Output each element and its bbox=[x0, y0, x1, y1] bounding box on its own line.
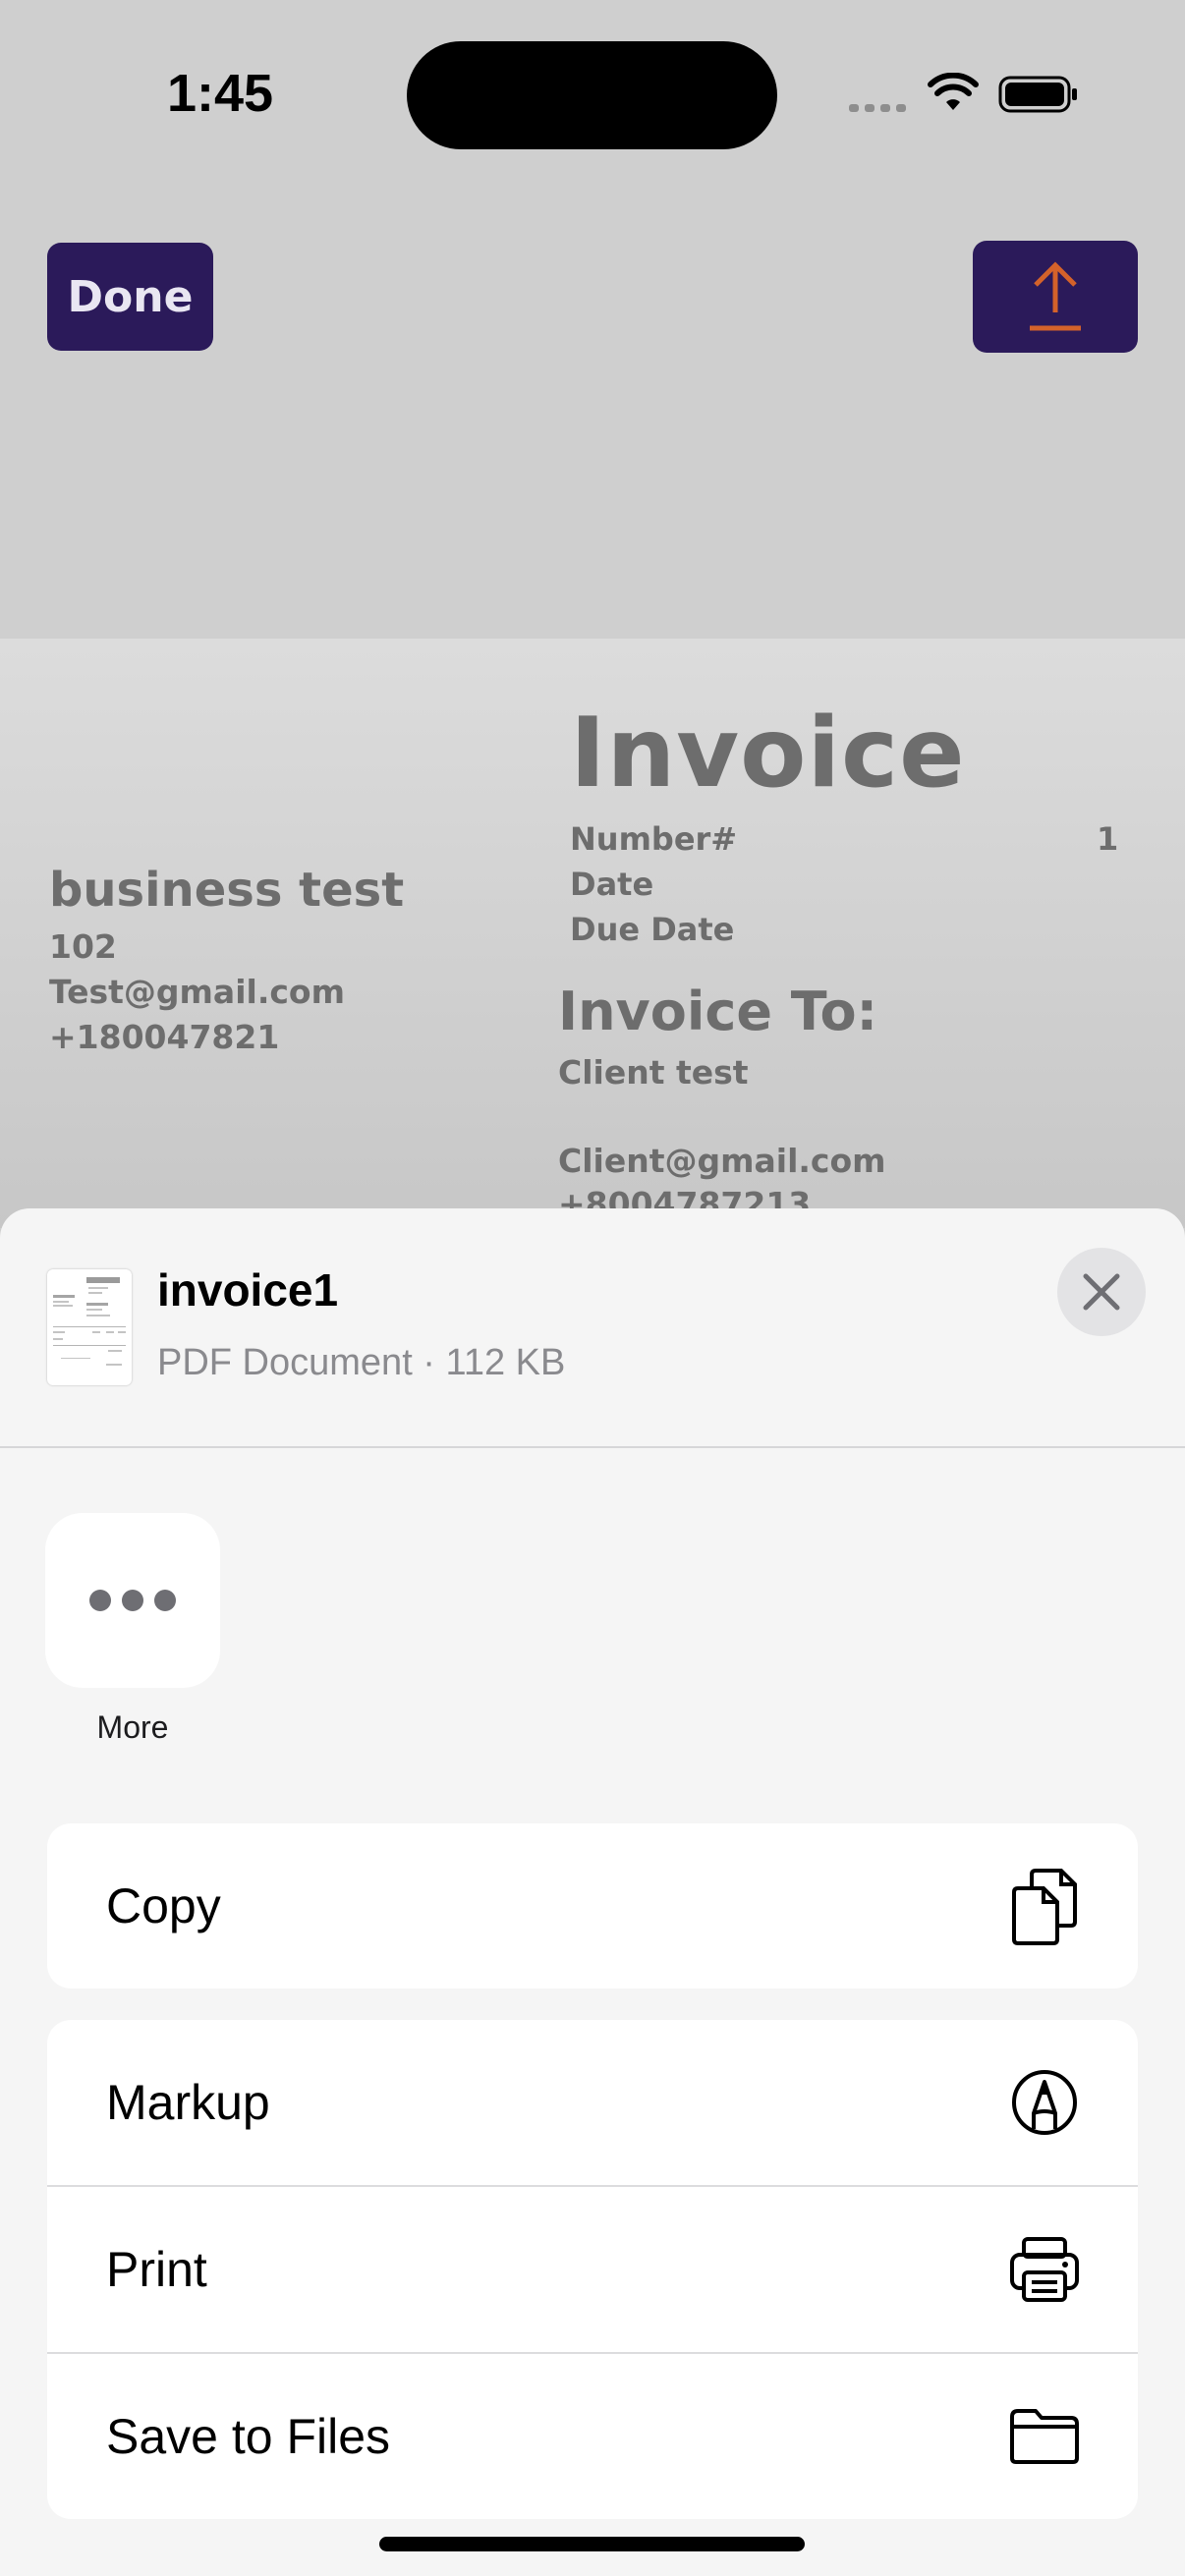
done-button[interactable]: Done bbox=[47, 243, 213, 351]
printer-icon bbox=[1008, 2230, 1081, 2309]
upload-arrow-icon bbox=[1030, 261, 1081, 331]
dynamic-island bbox=[407, 41, 777, 149]
share-button[interactable] bbox=[973, 241, 1138, 353]
invoice-number-label: Number# bbox=[570, 820, 738, 858]
copy-action-group: Copy bbox=[47, 1823, 1138, 1988]
status-time: 1:45 bbox=[167, 64, 274, 123]
action-label-markup: Markup bbox=[106, 2075, 270, 2130]
more-label: More bbox=[96, 1709, 169, 1745]
markup-icon bbox=[1008, 2063, 1081, 2142]
client-email: Client@gmail.com bbox=[558, 1142, 886, 1180]
invoice-preview: Invoice Number# 1 Date Due Date business… bbox=[0, 639, 1185, 1228]
document-thumbnail bbox=[47, 1269, 132, 1385]
action-label-print: Print bbox=[106, 2242, 207, 2297]
action-label-copy: Copy bbox=[106, 1878, 221, 1933]
folder-icon bbox=[1008, 2397, 1081, 2476]
wifi-icon bbox=[928, 73, 979, 110]
document-actions-group: Markup Print Save to Files bbox=[47, 2020, 1138, 2519]
sheet-divider bbox=[0, 1446, 1185, 1448]
invoice-due-date-label: Due Date bbox=[570, 911, 735, 948]
battery-icon bbox=[998, 76, 1077, 113]
invoice-title: Invoice bbox=[570, 698, 966, 810]
business-address: 102 bbox=[49, 927, 117, 966]
document-preview-icon bbox=[53, 1277, 126, 1366]
share-sheet: invoice1 PDF Document · 112 KB More Copy bbox=[0, 1208, 1185, 2576]
action-print[interactable]: Print bbox=[47, 2185, 1138, 2352]
action-label-save-to-files: Save to Files bbox=[106, 2409, 391, 2464]
file-info: PDF Document · 112 KB bbox=[157, 1342, 566, 1383]
cellular-signal-icon bbox=[849, 104, 906, 112]
invoice-number-value: 1 bbox=[1097, 820, 1119, 858]
share-sheet-header: invoice1 PDF Document · 112 KB bbox=[0, 1208, 1185, 1446]
home-indicator[interactable] bbox=[379, 2537, 805, 2551]
client-name: Client test bbox=[558, 1053, 749, 1092]
more-dots-icon bbox=[89, 1590, 176, 1611]
business-name: business test bbox=[49, 863, 405, 918]
business-phone: +180047821 bbox=[49, 1018, 280, 1056]
copy-icon bbox=[1008, 1867, 1081, 1945]
more-button[interactable] bbox=[45, 1513, 220, 1688]
close-button[interactable] bbox=[1057, 1248, 1146, 1336]
action-copy[interactable]: Copy bbox=[47, 1823, 1138, 1988]
business-email: Test@gmail.com bbox=[49, 973, 345, 1011]
action-markup[interactable]: Markup bbox=[47, 2020, 1138, 2185]
invoice-date-label: Date bbox=[570, 866, 654, 903]
status-bar: 1:45 bbox=[0, 0, 1185, 196]
invoice-to-label: Invoice To: bbox=[558, 980, 878, 1042]
close-icon bbox=[1083, 1273, 1120, 1311]
action-save-to-files[interactable]: Save to Files bbox=[47, 2352, 1138, 2519]
file-name: invoice1 bbox=[157, 1264, 339, 1316]
